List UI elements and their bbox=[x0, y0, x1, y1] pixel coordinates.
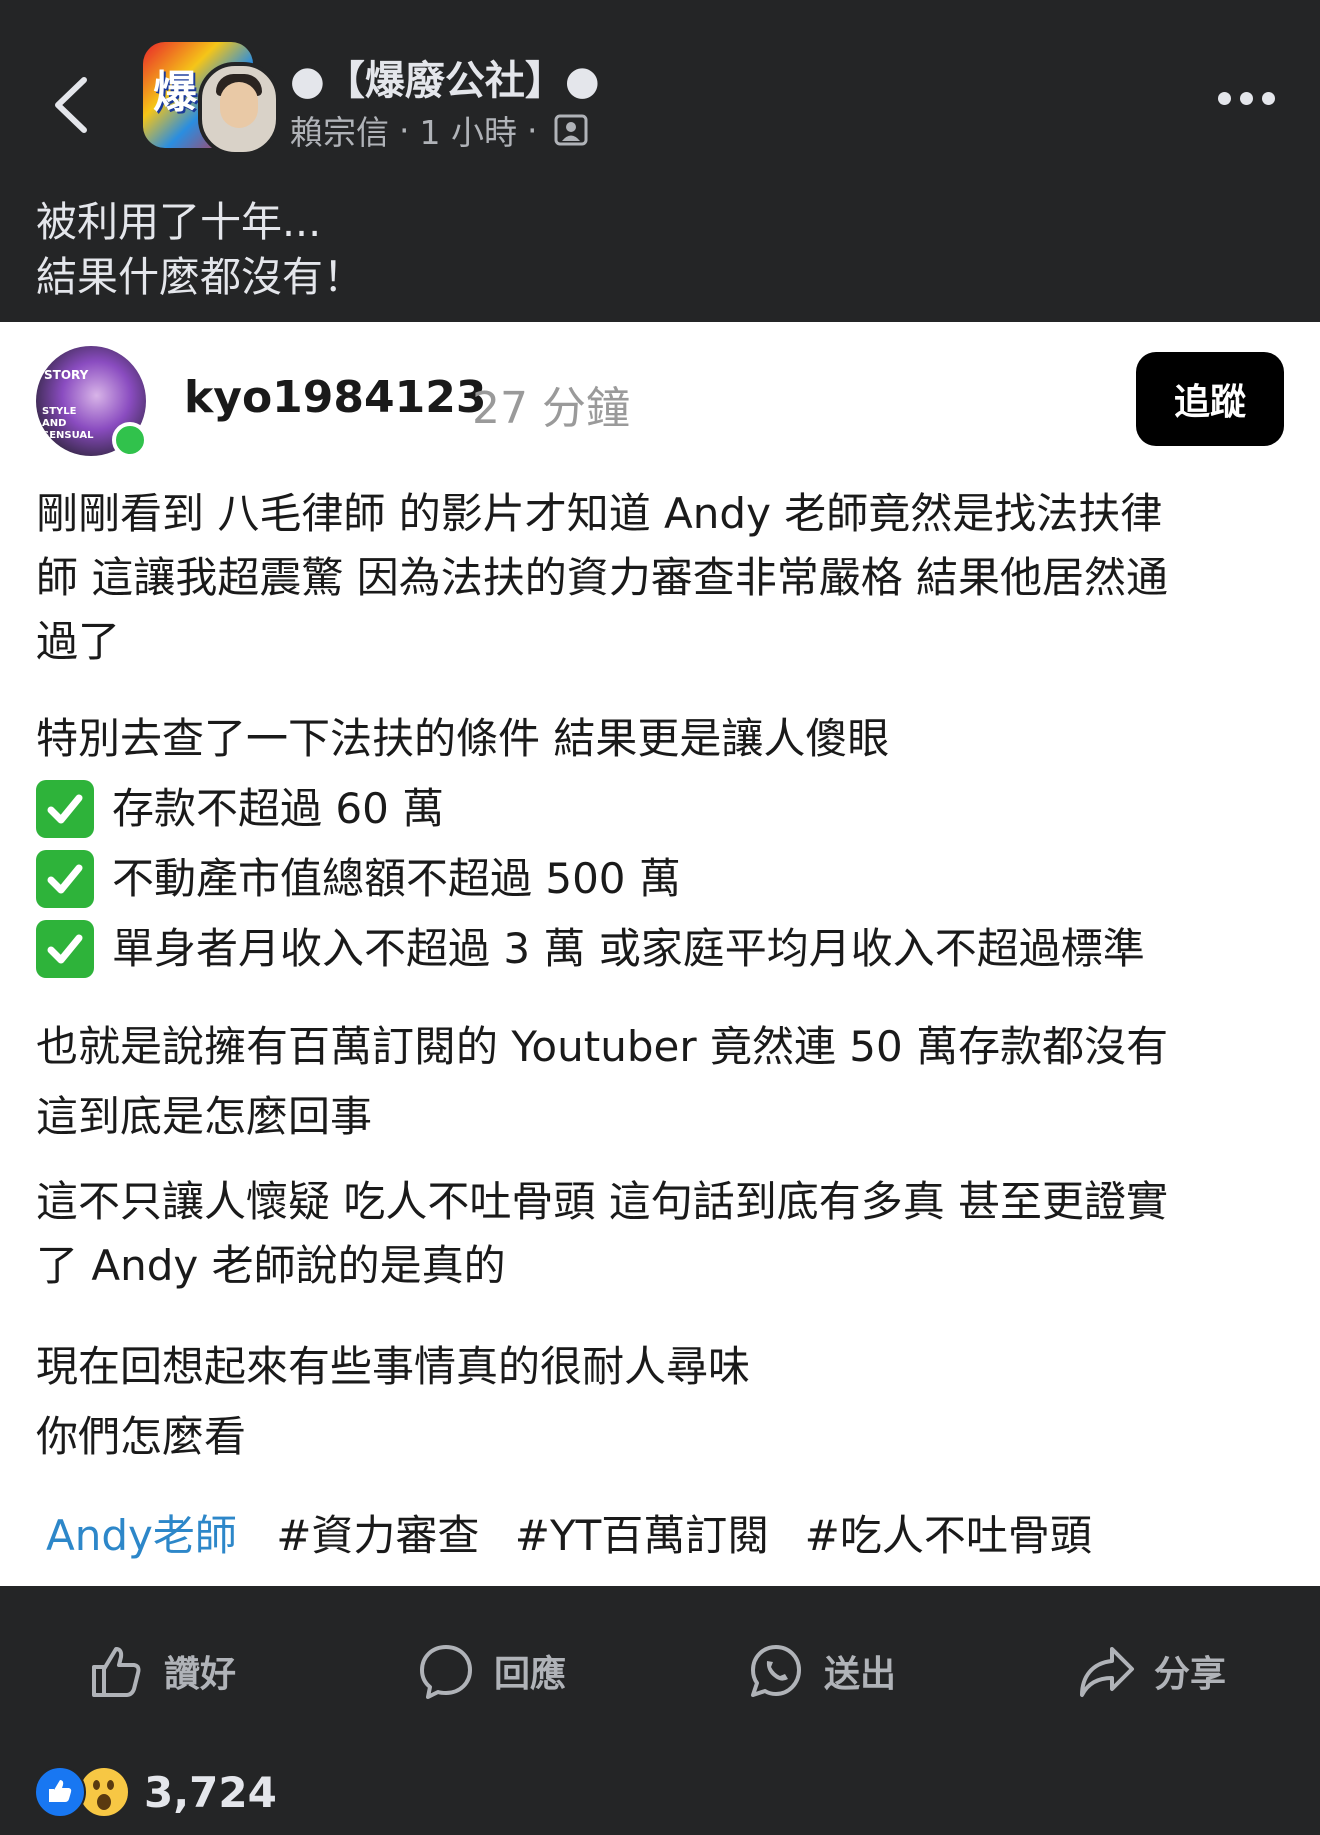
hashtag: #YT百萬訂閱 bbox=[514, 1511, 770, 1560]
comment-button[interactable]: 回應 bbox=[416, 1636, 566, 1706]
post-header: 爆 ●【爆廢公社】● 賴宗信 · 1 小時 · 被利用了十年... 結果什麼都沒… bbox=[0, 0, 1320, 301]
thumbs-up-icon bbox=[92, 1647, 141, 1697]
hashtag: #吃人不吐骨頭 bbox=[804, 1511, 1092, 1560]
embedded-post-image[interactable]: STORY STYLE AND SENSUAL kyo1984123 27 分鐘… bbox=[0, 322, 1320, 1586]
group-logo-glyph: 爆 bbox=[153, 67, 197, 118]
whatsapp-icon bbox=[751, 1645, 801, 1697]
group-name[interactable]: ●【爆廢公社】● bbox=[290, 48, 600, 106]
post-caption: 被利用了十年... 結果什麼都沒有！ bbox=[36, 195, 364, 305]
condition-item: 單身者月收入不超過 3 萬 或家庭平均月收入不超過標準 bbox=[36, 914, 1286, 984]
share-button[interactable]: 分享 bbox=[1076, 1636, 1226, 1706]
reaction-summary[interactable]: 3,724 bbox=[34, 1764, 277, 1820]
tag-link: Andy老師 bbox=[46, 1511, 237, 1560]
chevron-left-icon bbox=[55, 77, 87, 133]
like-label: 讚好 bbox=[164, 1654, 237, 1695]
like-reaction-icon bbox=[34, 1766, 86, 1818]
action-bar: 讚好 回應 送出 分享 bbox=[0, 1636, 1320, 1706]
meta-separator: · bbox=[527, 110, 538, 150]
group-icon bbox=[554, 114, 588, 146]
meta-separator: · bbox=[399, 110, 410, 150]
embedded-conditions: 特別去查了一下法扶的條件 結果更是讓人傻眼 存款不超過 60 萬 不動產市值總額… bbox=[36, 704, 1286, 984]
comment-label: 回應 bbox=[494, 1654, 567, 1695]
embedded-paragraph: 這不只讓人懷疑 吃人不吐骨頭 這句話到底有多真 甚至更證實 了 Andy 老師說… bbox=[36, 1177, 1169, 1290]
hashtag-row: Andy老師 #資力審查 #YT百萬訂閱 #吃人不吐骨頭 bbox=[46, 1502, 1114, 1563]
post-time[interactable]: 1 小時 bbox=[420, 106, 518, 154]
embedded-paragraph: 也就是說擁有百萬訂閱的 Youtuber 竟然連 50 萬存款都沒有 這到底是怎… bbox=[36, 1022, 1169, 1141]
follow-button: 追蹤 bbox=[1136, 352, 1284, 446]
author-name[interactable]: 賴宗信 bbox=[290, 106, 389, 154]
online-status-dot bbox=[112, 422, 148, 458]
embedded-paragraph: 剛剛看到 八毛律師 的影片才知道 Andy 老師竟然是找法扶律 師 這讓我超震驚… bbox=[36, 489, 1169, 666]
send-button[interactable]: 送出 bbox=[746, 1636, 896, 1706]
caption-line: 結果什麼都沒有！ bbox=[36, 253, 364, 301]
reaction-count: 3,724 bbox=[144, 1767, 277, 1817]
check-mark-icon bbox=[36, 850, 94, 908]
embedded-paragraph: 現在回想起來有些事情真的很耐人尋味 你們怎麼看 bbox=[36, 1342, 751, 1461]
back-button[interactable] bbox=[48, 70, 96, 140]
caption-line: 被利用了十年... bbox=[36, 198, 322, 246]
share-label: 分享 bbox=[1154, 1654, 1227, 1695]
share-icon bbox=[1080, 1647, 1134, 1697]
condition-item: 存款不超過 60 萬 bbox=[36, 774, 1286, 844]
send-label: 送出 bbox=[824, 1654, 897, 1695]
conditions-intro: 特別去查了一下法扶的條件 結果更是讓人傻眼 bbox=[36, 714, 890, 763]
more-horizontal-icon bbox=[1218, 92, 1231, 105]
condition-item: 不動產市值總額不超過 500 萬 bbox=[36, 844, 1286, 914]
more-options-button[interactable] bbox=[1218, 92, 1278, 112]
like-button[interactable]: 讚好 bbox=[86, 1636, 236, 1706]
embedded-username: kyo1984123 bbox=[184, 372, 487, 423]
comment-icon bbox=[420, 1645, 472, 1699]
hashtag: #資力審查 bbox=[276, 1511, 480, 1560]
author-avatar[interactable] bbox=[198, 62, 280, 156]
check-mark-icon bbox=[36, 780, 94, 838]
post-meta: 賴宗信 · 1 小時 · bbox=[290, 106, 588, 154]
check-mark-icon bbox=[36, 920, 94, 978]
embedded-time: 27 分鐘 bbox=[472, 383, 630, 434]
